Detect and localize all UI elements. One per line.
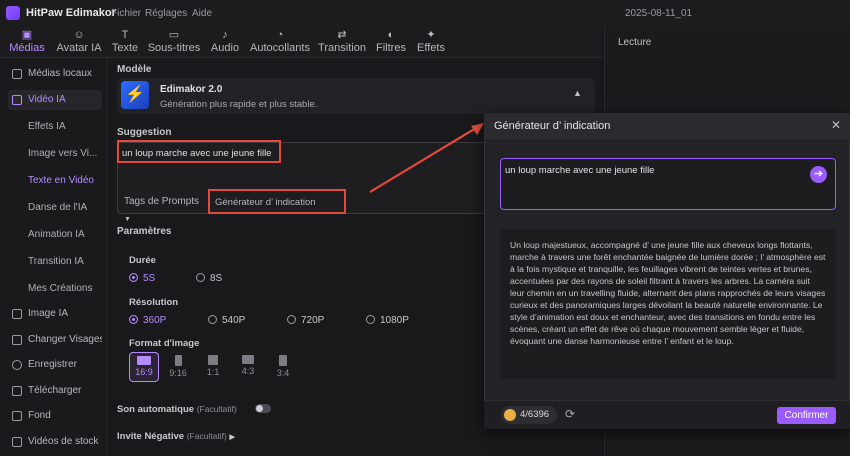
negative-prompt-label[interactable]: Invite Négative (Facultatif) ▶ xyxy=(117,431,235,442)
sidebar-item-image-ia[interactable]: Image IA xyxy=(8,304,102,324)
download-icon xyxy=(12,386,22,396)
project-name: 2025-08-11_01 xyxy=(625,8,693,19)
format-label: Format d'image xyxy=(129,338,200,349)
subtitle-icon: ▭ xyxy=(168,29,180,41)
tab-avatar-ia[interactable]: ☺ Avatar IA xyxy=(56,26,102,58)
duration-5s[interactable]: 5S xyxy=(129,273,155,284)
image-icon xyxy=(12,309,22,319)
resolution-540p[interactable]: 540P xyxy=(208,315,245,326)
model-description: Génération plus rapide et plus stable. xyxy=(160,99,318,110)
sidebar-sub-mes-creations[interactable]: Mes Créations xyxy=(28,283,102,294)
app-logo-icon xyxy=(6,6,20,20)
prompt-text: un loup marche avec une jeune fille xyxy=(122,148,272,159)
sidebar-item-video-ia[interactable]: Vidéo IA xyxy=(8,90,102,110)
sidebar-sub-danse-ia[interactable]: Danse de l'IA xyxy=(28,202,102,213)
sidebar-item-telecharger[interactable]: Télécharger xyxy=(8,381,102,401)
resolution-label: Résolution xyxy=(129,297,179,308)
tab-texte[interactable]: T Texte xyxy=(110,26,140,58)
chevron-up-icon[interactable]: ▲ xyxy=(573,88,582,98)
video-icon xyxy=(12,95,22,105)
format-3-4[interactable]: 3:4 xyxy=(268,352,298,382)
caret-right-icon: ▶ xyxy=(229,434,235,441)
sidebar-item-medias-locaux[interactable]: Médias locaux xyxy=(8,64,102,84)
sidebar-sub-effets-ia[interactable]: Effets IA xyxy=(28,121,102,132)
record-icon xyxy=(12,360,22,370)
text-icon: T xyxy=(121,29,129,41)
format-1-1[interactable]: 1:1 xyxy=(198,352,228,382)
suggestion-label: Suggestion xyxy=(117,127,172,138)
tab-audio[interactable]: ♪ Audio xyxy=(210,26,240,58)
stock-video-icon xyxy=(12,437,22,447)
sidebar-item-fond[interactable]: Fond xyxy=(8,406,102,426)
effects-icon: ✦ xyxy=(426,29,436,41)
auto-sound-label: Son automatique (Facultatif) xyxy=(117,404,237,415)
duration-label: Durée xyxy=(129,255,156,266)
tab-transition[interactable]: ⇄ Transition xyxy=(318,26,366,58)
close-icon[interactable]: ✕ xyxy=(831,118,841,132)
dialog-title: Générateur d’ indication xyxy=(494,120,611,132)
preview-title: Lecture xyxy=(618,37,652,48)
model-name: Edimakor 2.0 xyxy=(160,84,223,95)
dialog-input-text: un loup marche avec une jeune fille xyxy=(505,165,655,176)
background-icon xyxy=(12,411,22,421)
tab-autocollants[interactable]: ◔ Autocollants xyxy=(250,26,310,58)
resolution-360p[interactable]: 360P xyxy=(129,315,166,326)
menu-fichier[interactable]: Fichier xyxy=(111,8,141,19)
annotation-arrow xyxy=(369,123,484,193)
resolution-1080p[interactable]: 1080P xyxy=(366,315,409,326)
confirm-button[interactable]: Confirmer xyxy=(777,407,836,424)
tab-effets[interactable]: ✦ Effets xyxy=(414,26,448,58)
filter-icon: ◐ xyxy=(387,29,395,41)
params-label: Paramètres xyxy=(117,226,172,237)
music-icon: ♪ xyxy=(222,29,228,41)
app-title: HitPaw Edimakor xyxy=(26,7,116,19)
avatar-icon: ☺ xyxy=(73,29,85,41)
duration-8s[interactable]: 8S xyxy=(196,273,222,284)
generator-label: Générateur d’ indication xyxy=(215,197,316,208)
sidebar-item-videos-stock[interactable]: Vidéos de stock xyxy=(8,432,102,452)
sticker-icon: ◔ xyxy=(276,29,284,41)
folder-icon xyxy=(12,69,22,79)
lightning-icon: ⚡ xyxy=(121,81,149,109)
model-label: Modèle xyxy=(117,64,152,75)
generated-prompt-result: Un loup majestueux, accompagné d’ une je… xyxy=(500,229,836,379)
media-icon: ▣ xyxy=(21,29,33,41)
menu-aide[interactable]: Aide xyxy=(192,8,212,19)
coin-icon xyxy=(504,409,516,421)
face-swap-icon xyxy=(12,335,22,345)
sidebar-item-changer-visages[interactable]: Changer Visages xyxy=(8,330,102,350)
send-arrow-icon[interactable]: ➔ xyxy=(810,166,827,183)
caret-down-icon: ▼ xyxy=(124,216,131,223)
sidebar-sub-transition-ia[interactable]: Transition IA xyxy=(28,256,102,267)
tab-sous-titres[interactable]: ▭ Sous-titres xyxy=(146,26,202,58)
sidebar-item-enregistrer[interactable]: Enregistrer xyxy=(8,355,102,375)
format-9-16[interactable]: 9:16 xyxy=(163,352,193,382)
resolution-720p[interactable]: 720P xyxy=(287,315,324,326)
sidebar-sub-texte-en-video[interactable]: Texte en Vidéo xyxy=(28,175,102,186)
sidebar-sub-image-vers-video[interactable]: Image vers Vi... xyxy=(28,148,102,159)
menu-reglages[interactable]: Réglages xyxy=(145,8,187,19)
auto-sound-toggle[interactable] xyxy=(255,404,271,413)
tab-medias[interactable]: ▣ Médias xyxy=(8,26,46,58)
format-4-3[interactable]: 4:3 xyxy=(233,352,263,382)
refresh-icon[interactable]: ⟳ xyxy=(565,407,575,421)
sidebar-sub-animation-ia[interactable]: Animation IA xyxy=(28,229,102,240)
format-16-9[interactable]: 16:9 xyxy=(129,352,159,382)
tags-dropdown[interactable]: Tags de Prompts ▼ xyxy=(120,193,206,223)
tab-filtres[interactable]: ◐ Filtres xyxy=(374,26,408,58)
transition-icon: ⇄ xyxy=(337,29,347,41)
